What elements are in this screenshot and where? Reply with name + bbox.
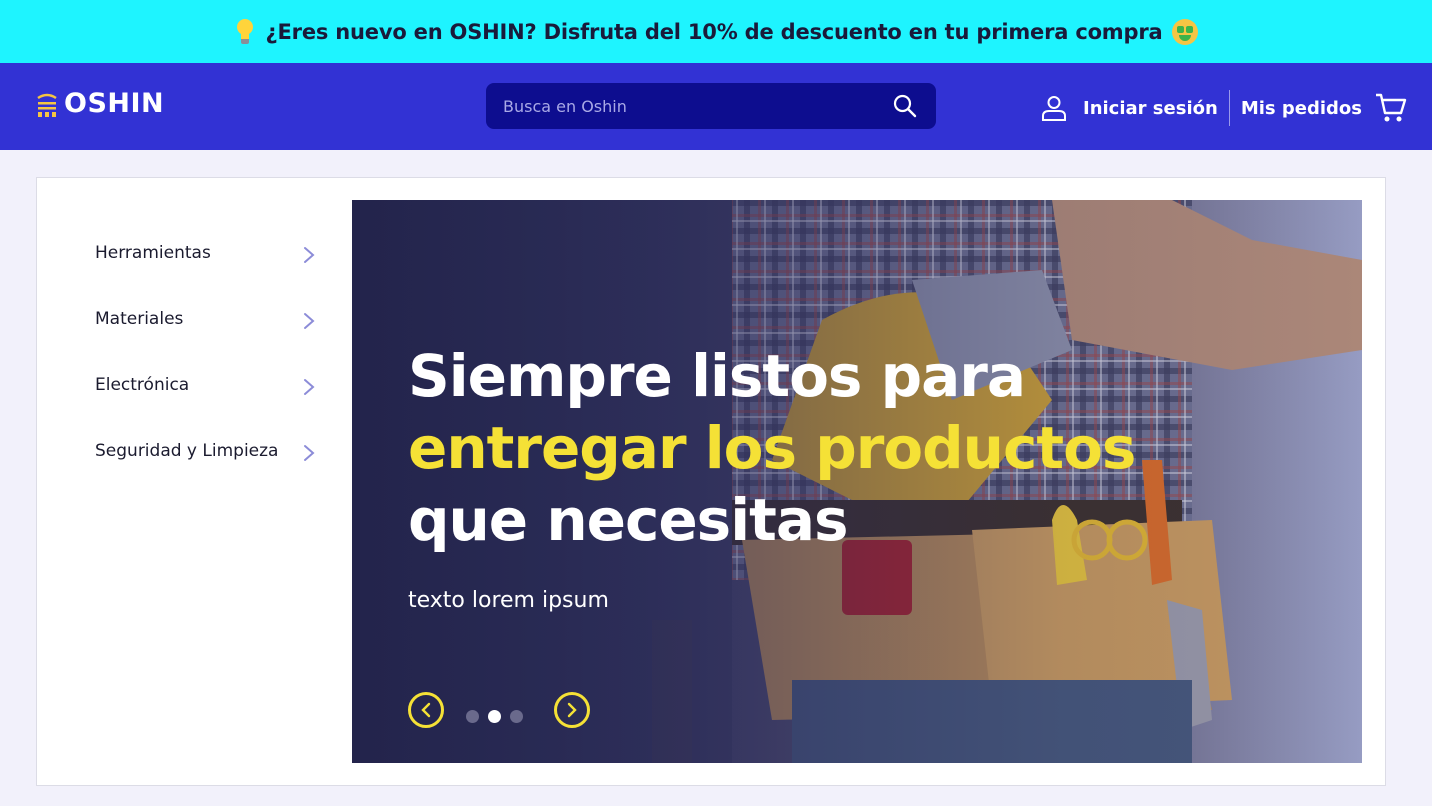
main-card: Herramientas Materiales Electrónica Segu… [36, 177, 1386, 786]
search-input[interactable] [486, 83, 886, 129]
cart-icon[interactable] [1374, 91, 1408, 125]
chevron-right-icon [304, 445, 315, 461]
category-item-herramientas[interactable]: Herramientas [95, 243, 317, 309]
carousel-dots [466, 710, 523, 723]
carousel-dot[interactable] [510, 710, 523, 723]
orders-link[interactable]: Mis pedidos [1241, 98, 1362, 119]
hero-subtitle: texto lorem ipsum [408, 588, 609, 613]
header-divider [1228, 90, 1230, 126]
chevron-right-icon [304, 247, 315, 263]
hero-title-accent: entregar los productos [408, 414, 1136, 482]
search-bar [486, 83, 936, 129]
logo-icon [37, 93, 57, 117]
category-label: Materiales [95, 309, 184, 329]
chevron-left-icon [421, 702, 431, 718]
hero-title-line1: Siempre listos para [408, 342, 1026, 410]
search-icon[interactable] [890, 91, 920, 121]
category-menu: Herramientas Materiales Electrónica Segu… [95, 243, 317, 507]
category-label: Herramientas [95, 243, 211, 263]
carousel-dot[interactable] [466, 710, 479, 723]
account-area: Iniciar sesión Mis pedidos [1040, 90, 1408, 126]
category-label: Seguridad y Limpieza [95, 441, 279, 461]
carousel-next-button[interactable] [554, 692, 590, 728]
site-header: OSHIN Iniciar sesión Mis pedidos [0, 63, 1432, 150]
hero-title-line3: que necesitas [408, 486, 848, 554]
money-mouth-face-icon [1172, 18, 1199, 45]
category-item-materiales[interactable]: Materiales [95, 309, 317, 375]
promo-text: ¿Eres nuevo en OSHIN? Disfruta del 10% d… [265, 19, 1163, 44]
user-icon[interactable] [1040, 94, 1068, 122]
promo-banner: ¿Eres nuevo en OSHIN? Disfruta del 10% d… [0, 0, 1432, 63]
carousel-prev-button[interactable] [408, 692, 444, 728]
chevron-right-icon [304, 313, 315, 329]
chevron-right-icon [567, 702, 577, 718]
logo-text: OSHIN [64, 88, 165, 119]
hero-carousel: Siempre listos para entregar los product… [352, 200, 1362, 763]
category-label: Electrónica [95, 375, 190, 395]
category-item-electronica[interactable]: Electrónica [95, 375, 317, 441]
chevron-right-icon [304, 379, 315, 395]
category-item-seguridad-limpieza[interactable]: Seguridad y Limpieza [95, 441, 317, 507]
carousel-dot-active[interactable] [488, 710, 501, 723]
light-bulb-icon [234, 18, 256, 45]
logo[interactable]: OSHIN [36, 88, 164, 119]
login-link[interactable]: Iniciar sesión [1083, 98, 1218, 119]
hero-title: Siempre listos para entregar los product… [408, 340, 1228, 556]
